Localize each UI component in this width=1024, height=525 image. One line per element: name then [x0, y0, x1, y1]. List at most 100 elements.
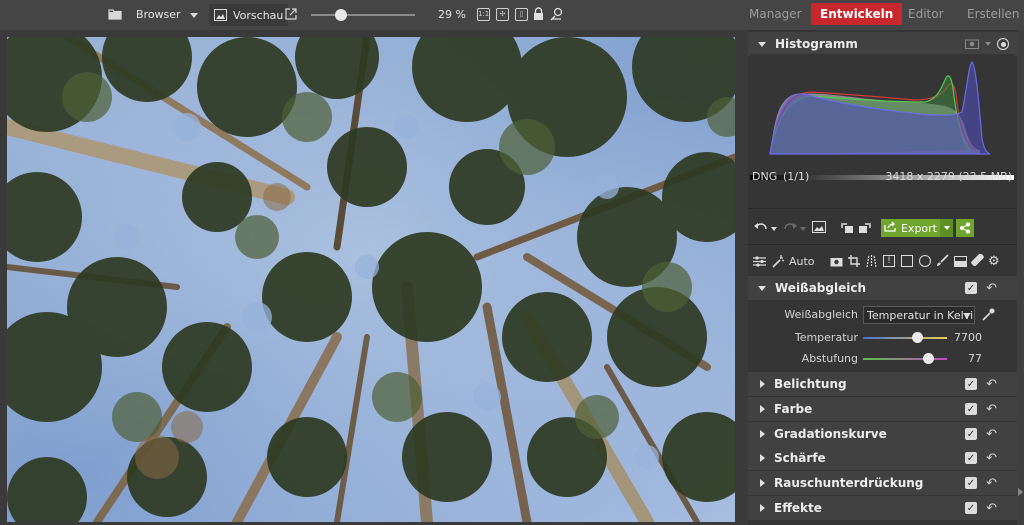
share-button[interactable]: [956, 219, 974, 237]
enabled-checkbox[interactable]: ✓: [965, 477, 977, 489]
chevron-down-icon[interactable]: [985, 42, 991, 46]
file-count: (1/1): [783, 170, 810, 183]
zoom-slider-track[interactable]: [311, 14, 415, 16]
folder-icon[interactable]: [108, 7, 122, 21]
reset-icon[interactable]: ↶: [986, 451, 997, 466]
divider: [748, 208, 1017, 209]
camera-icon[interactable]: [965, 38, 979, 52]
photo-canvas[interactable]: [7, 37, 735, 522]
rotate-right-icon[interactable]: [858, 221, 872, 237]
rectangle-selection-icon[interactable]: [901, 255, 913, 267]
histogram-header[interactable]: Histogramm: [748, 32, 1017, 56]
clipping-indicator-icon[interactable]: [997, 38, 1009, 50]
wb-mode-select[interactable]: Temperatur in Kelvin: [863, 306, 975, 324]
sharpen-title: Schärfe: [774, 451, 826, 465]
wb-mode-value: Temperatur in Kelvin: [867, 308, 975, 322]
tab-editor[interactable]: Editor: [899, 3, 953, 25]
sharpen-header[interactable]: Schärfe ✓ ↶: [748, 446, 1017, 470]
tint-slider-track[interactable]: [863, 358, 947, 360]
expand-caret-icon: [760, 504, 765, 512]
chevron-down-icon: [963, 313, 971, 318]
exposure-header[interactable]: Belichtung ✓ ↶: [748, 372, 1017, 396]
crop-icon[interactable]: [848, 255, 860, 270]
export-label: Export: [900, 221, 937, 235]
export-button[interactable]: Export: [881, 219, 940, 237]
expand-caret-icon: [760, 454, 765, 462]
reset-icon[interactable]: ↶: [986, 281, 997, 296]
expand-caret-icon: [760, 380, 765, 388]
perspective-icon[interactable]: [865, 254, 878, 270]
export-dropdown-button[interactable]: [940, 219, 953, 237]
rotate-left-icon[interactable]: [840, 221, 854, 237]
camera-icon[interactable]: [830, 256, 843, 270]
develop-panel: Histogramm DNG (1/1) 3418 x 2279 (22.5 M…: [748, 30, 1017, 525]
preview-label: Vorschau: [233, 8, 284, 22]
zoom-compare-icon[interactable]: ▯: [515, 8, 528, 21]
tab-create[interactable]: Erstellen: [958, 3, 1024, 25]
collapse-panel-icon[interactable]: [1018, 488, 1023, 496]
redo-icon[interactable]: [783, 221, 797, 236]
temperature-label: Temperatur: [794, 331, 858, 344]
effects-title: Effekte: [774, 501, 822, 515]
tint-value[interactable]: 77: [952, 352, 982, 365]
magic-wand-icon[interactable]: [772, 255, 785, 271]
presets-icon[interactable]: [753, 256, 766, 270]
image-icon: [214, 9, 227, 21]
reset-icon[interactable]: ↶: [986, 402, 997, 417]
enabled-checkbox[interactable]: ✓: [965, 428, 977, 440]
enabled-checkbox[interactable]: ✓: [965, 452, 977, 464]
zoom-fit-icon[interactable]: 1:1: [477, 8, 490, 21]
zoom-value: 29 %: [438, 8, 466, 21]
auto-button[interactable]: Auto: [789, 255, 815, 268]
temperature-slider-track[interactable]: [863, 337, 947, 339]
healing-brush-icon[interactable]: [971, 253, 984, 270]
enabled-checkbox[interactable]: ✓: [965, 502, 977, 514]
effects-header[interactable]: Effekte ✓ ↶: [748, 496, 1017, 520]
color-header[interactable]: Farbe ✓ ↶: [748, 397, 1017, 421]
reset-icon[interactable]: ↶: [986, 476, 997, 491]
expand-caret-icon: [760, 405, 765, 413]
external-window-icon[interactable]: [285, 8, 297, 20]
panel-scroll-gutter[interactable]: [1017, 30, 1024, 525]
tint-slider-knob[interactable]: [922, 353, 934, 364]
collapse-caret-icon: [758, 41, 766, 47]
lock-icon[interactable]: [533, 7, 544, 21]
undo-icon[interactable]: [754, 221, 768, 236]
reset-icon[interactable]: ↶: [986, 427, 997, 442]
enabled-checkbox[interactable]: ✓: [965, 282, 977, 294]
dropdown-arrow-icon[interactable]: [190, 13, 198, 18]
temperature-value[interactable]: 7700: [952, 331, 982, 344]
zoom-fill-icon[interactable]: ✣: [496, 8, 509, 21]
brush-icon[interactable]: [936, 254, 949, 270]
reset-icon[interactable]: ↶: [986, 501, 997, 516]
enabled-checkbox[interactable]: ✓: [965, 378, 977, 390]
preview-button[interactable]: Vorschau: [209, 4, 289, 26]
gear-icon[interactable]: ⚙: [988, 254, 1000, 269]
histogram-graph: [750, 54, 1014, 184]
white-balance-header[interactable]: Weißabgleich ✓ ↶: [748, 276, 1017, 300]
enabled-checkbox[interactable]: ✓: [965, 403, 977, 415]
noise-header[interactable]: Rauschunterdrückung ✓ ↶: [748, 471, 1017, 495]
temperature-slider-knob[interactable]: [911, 332, 923, 343]
curves-title: Gradationskurve: [774, 427, 887, 441]
info-icon[interactable]: !: [883, 255, 895, 267]
gradient-icon[interactable]: [954, 256, 967, 270]
reset-icon[interactable]: ↶: [986, 377, 997, 392]
file-type: DNG: [752, 170, 778, 183]
wb-mode-label: Weißabgleich: [784, 308, 858, 321]
forest-photo: [7, 37, 735, 522]
tab-develop[interactable]: Entwickeln: [811, 3, 903, 25]
browser-button[interactable]: Browser: [136, 8, 181, 21]
image-icon[interactable]: [812, 221, 826, 236]
ellipse-selection-icon[interactable]: [919, 255, 931, 267]
zoom-slider-knob[interactable]: [335, 9, 348, 21]
undo-dropdown-icon[interactable]: [771, 227, 777, 231]
share-icon: [960, 222, 970, 234]
curves-header[interactable]: Gradationskurve ✓ ↶: [748, 422, 1017, 446]
navigator-icon[interactable]: [550, 7, 564, 21]
collapse-caret-icon: [758, 285, 766, 291]
file-dimensions: 3418 x 2279 (22.5 MB): [885, 170, 1012, 183]
tab-manager[interactable]: Manager: [740, 3, 811, 25]
eyedropper-icon[interactable]: [982, 308, 995, 324]
redo-dropdown-icon[interactable]: [800, 227, 806, 231]
